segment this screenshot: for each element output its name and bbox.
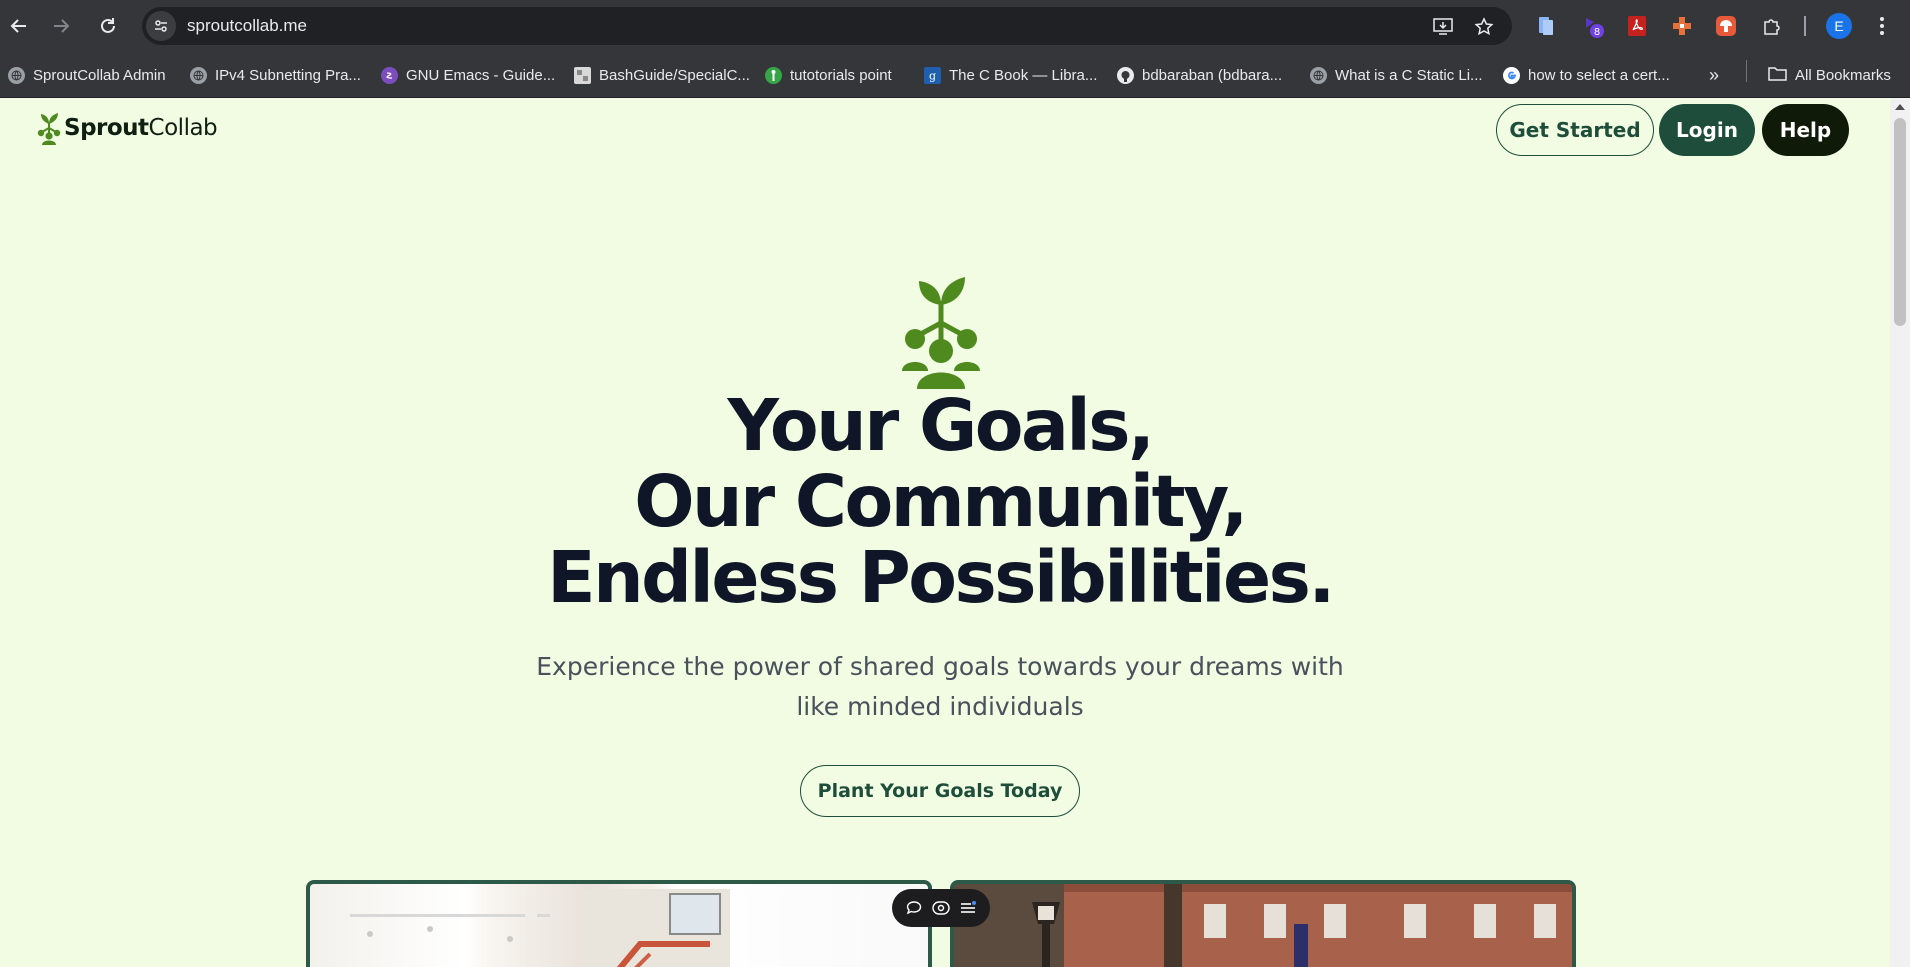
address-bar[interactable]: sproutcollab.me bbox=[142, 7, 1512, 45]
bookmark-item[interactable]: SproutCollab Admin bbox=[8, 64, 166, 86]
bookmark-label: The C Book — Libra... bbox=[949, 66, 1098, 84]
pdf-extension-icon[interactable] bbox=[1625, 14, 1649, 38]
globe-icon bbox=[8, 66, 25, 84]
plant-your-goals-button[interactable]: Plant Your Goals Today bbox=[800, 765, 1080, 817]
feature-image-card bbox=[306, 880, 932, 967]
docs-extension-icon[interactable] bbox=[1534, 14, 1558, 38]
bookmark-label: BashGuide/SpecialC... bbox=[599, 66, 750, 84]
bookmark-item[interactable]: What is a C Static Li... bbox=[1310, 64, 1483, 86]
bookmark-item[interactable]: g The C Book — Libra... bbox=[924, 64, 1097, 86]
bookmark-label: bdbaraban (bdbara... bbox=[1142, 66, 1283, 84]
hero-subtitle: Experience the power of shared goals tow… bbox=[536, 652, 1344, 721]
more-menu-icon[interactable] bbox=[1870, 14, 1894, 38]
emacs-icon bbox=[381, 66, 398, 84]
reload-button[interactable] bbox=[94, 12, 122, 40]
back-arrow-icon bbox=[10, 19, 26, 33]
hero-headline: Your Goals, Our Community, Endless Possi… bbox=[440, 388, 1440, 616]
bookmark-item[interactable]: bdbaraban (bdbara... bbox=[1117, 64, 1282, 86]
bookmark-item[interactable]: how to select a cert... bbox=[1503, 64, 1670, 86]
bookmark-label: how to select a cert... bbox=[1528, 66, 1670, 84]
bookmarks-bar: SproutCollab Admin IPv4 Subnetting Pra..… bbox=[0, 52, 1910, 98]
install-app-icon[interactable] bbox=[1432, 16, 1454, 38]
page-scrollbar[interactable] bbox=[1890, 98, 1910, 967]
bookmark-label: tutotorials point bbox=[790, 66, 892, 84]
cross-extension-icon[interactable] bbox=[1670, 14, 1694, 38]
bookmark-label: SproutCollab Admin bbox=[33, 66, 166, 84]
folder-icon bbox=[1768, 66, 1787, 85]
bashguide-icon bbox=[574, 66, 591, 84]
bookmark-item[interactable]: tutotorials point bbox=[765, 64, 892, 86]
more-bookmarks-chevron-icon[interactable]: » bbox=[1709, 64, 1719, 86]
headline-line: Our Community, bbox=[634, 460, 1248, 543]
profile-avatar[interactable]: E bbox=[1826, 13, 1852, 39]
bookmarks-divider bbox=[1746, 60, 1747, 82]
globe-icon bbox=[190, 66, 207, 84]
svg-text:g: g bbox=[929, 69, 936, 82]
bookmark-item[interactable]: BashGuide/SpecialC... bbox=[574, 64, 750, 86]
tutorialspoint-icon bbox=[765, 66, 782, 84]
help-button[interactable]: Help bbox=[1762, 104, 1849, 156]
bookmark-label: What is a C Static Li... bbox=[1335, 66, 1483, 84]
toolbar-divider bbox=[1804, 16, 1806, 36]
forward-button[interactable] bbox=[47, 12, 75, 40]
extension-badge-count: 8 bbox=[1594, 27, 1600, 38]
extension-with-badge-icon[interactable]: 8 bbox=[1580, 14, 1604, 38]
reload-icon bbox=[101, 18, 115, 33]
feature-image-card bbox=[950, 880, 1576, 967]
campus-building-image bbox=[954, 884, 1572, 967]
get-started-button[interactable]: Get Started bbox=[1496, 104, 1654, 156]
building-interior-image bbox=[350, 889, 730, 967]
floating-feedback-toolbar[interactable] bbox=[892, 889, 990, 927]
google-icon bbox=[1503, 66, 1520, 84]
list-menu-icon[interactable] bbox=[959, 899, 977, 917]
url-text[interactable]: sproutcollab.me bbox=[187, 16, 307, 36]
site-info-icon[interactable] bbox=[146, 11, 176, 41]
sprout-community-icon bbox=[902, 277, 980, 389]
login-button[interactable]: Login bbox=[1659, 104, 1755, 156]
gbook-icon: g bbox=[924, 66, 941, 84]
headline-line: Your Goals, bbox=[727, 384, 1156, 467]
site-logo[interactable]: SproutCollab bbox=[36, 110, 218, 146]
logo-wordmark: SproutCollab bbox=[64, 115, 218, 141]
scroll-up-arrow-icon[interactable] bbox=[1895, 104, 1905, 110]
bookmark-item[interactable]: IPv4 Subnetting Pra... bbox=[190, 64, 361, 86]
scrollbar-thumb[interactable] bbox=[1894, 118, 1906, 326]
mushroom-extension-icon[interactable] bbox=[1714, 14, 1738, 38]
sprout-logo-icon bbox=[37, 113, 61, 145]
eye-icon[interactable] bbox=[932, 899, 950, 917]
all-bookmarks-label: All Bookmarks bbox=[1795, 66, 1891, 84]
bookmark-item[interactable]: GNU Emacs - Guide... bbox=[381, 64, 555, 86]
extensions-puzzle-icon[interactable] bbox=[1760, 14, 1784, 38]
forward-arrow-icon bbox=[54, 19, 70, 33]
browser-toolbar: sproutcollab.me 8 E bbox=[0, 0, 1910, 52]
globe-icon bbox=[1310, 66, 1327, 84]
bookmark-label: IPv4 Subnetting Pra... bbox=[215, 66, 361, 84]
all-bookmarks-folder[interactable]: All Bookmarks bbox=[1768, 64, 1891, 86]
back-button[interactable] bbox=[5, 12, 33, 40]
bookmark-label: GNU Emacs - Guide... bbox=[406, 66, 556, 84]
comment-icon[interactable] bbox=[905, 899, 923, 917]
github-icon bbox=[1117, 66, 1134, 84]
headline-line: Endless Possibilities. bbox=[547, 536, 1335, 619]
page-content: SproutCollab Get Started Login Help Your… bbox=[0, 98, 1890, 967]
bookmark-star-icon[interactable] bbox=[1473, 16, 1495, 38]
